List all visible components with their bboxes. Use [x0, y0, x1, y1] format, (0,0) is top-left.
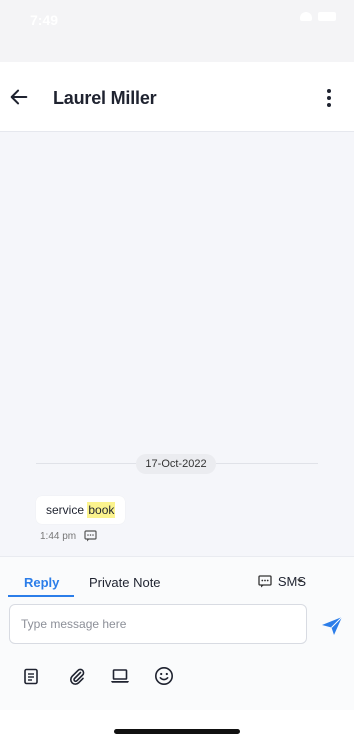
conversation-header: Laurel Miller	[0, 62, 354, 132]
emoji-button[interactable]	[153, 665, 175, 687]
tab-private-note[interactable]: Private Note	[89, 575, 161, 590]
status-icons	[300, 12, 336, 21]
battery-icon	[318, 12, 336, 21]
sms-channel-icon	[258, 575, 272, 588]
home-bar-area	[0, 710, 354, 740]
article-icon	[24, 668, 38, 684]
smiley-icon	[155, 667, 173, 685]
date-separator: 17-Oct-2022	[136, 454, 216, 474]
chevron-down-icon[interactable]	[296, 578, 304, 584]
home-indicator[interactable]	[114, 729, 240, 734]
back-button[interactable]	[6, 84, 32, 110]
status-bar: 7:49	[0, 0, 354, 62]
message-bubble[interactable]: service book	[36, 496, 126, 524]
laptop-button[interactable]	[109, 665, 131, 687]
message-thread[interactable]: 17-Oct-2022 service book 1:44 pm	[0, 132, 354, 556]
message-time: 1:44 pm	[40, 530, 77, 542]
send-icon	[322, 616, 343, 635]
message-input[interactable]	[9, 604, 307, 644]
reply-composer: Reply Private Note SMS	[0, 556, 354, 710]
message-highlight-text: book	[87, 502, 116, 518]
more-vertical-icon	[327, 89, 331, 107]
sms-message-icon	[84, 530, 97, 542]
more-options-button[interactable]	[322, 86, 336, 110]
back-arrow-icon	[10, 89, 28, 105]
laptop-icon	[111, 669, 129, 683]
article-button[interactable]	[20, 665, 42, 687]
tab-reply[interactable]: Reply	[24, 575, 59, 590]
active-tab-indicator	[8, 595, 74, 597]
status-time: 7:49	[30, 12, 59, 28]
contact-name-title: Laurel Miller	[53, 88, 157, 108]
paperclip-icon	[69, 668, 85, 685]
message-meta: 1:44 pm	[40, 530, 97, 542]
attach-button[interactable]	[66, 665, 88, 687]
wifi-icon	[300, 12, 312, 21]
send-button[interactable]	[320, 615, 344, 637]
message-text: service	[46, 503, 88, 517]
